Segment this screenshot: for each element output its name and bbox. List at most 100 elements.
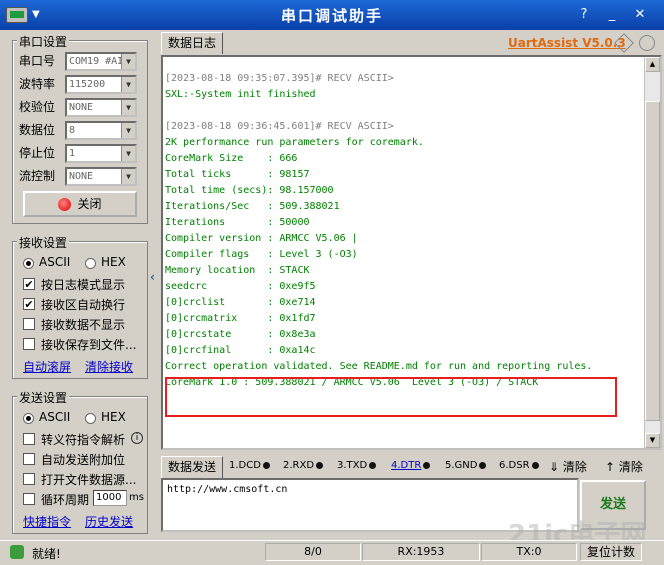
clear-send-button[interactable]: ⇓ 清除	[549, 458, 587, 475]
status-tx: TX:0	[481, 543, 577, 561]
log-mode-checkbox[interactable]: ✔	[23, 278, 35, 290]
tab-data-log[interactable]: 数据日志	[161, 32, 223, 54]
pin-dcd: 1.DCD	[229, 460, 270, 471]
escape-parse-label: 转义符指令解析	[41, 433, 126, 447]
scroll-up-icon[interactable]: ▲	[645, 57, 660, 72]
save-file-checkbox[interactable]	[23, 338, 35, 350]
scroll-thumb[interactable]	[645, 101, 660, 421]
log-line: Memory location : STACK	[165, 265, 310, 276]
log-line: 2K performance run parameters for corema…	[165, 137, 424, 148]
send-ascii-radio[interactable]	[23, 413, 34, 424]
globe-icon[interactable]	[639, 35, 655, 51]
pin-txd: 3.TXD	[337, 460, 377, 471]
log-line: [0]crcmatrix : 0x1fd7	[165, 313, 316, 324]
vertical-scrollbar[interactable]: ▲ ▼	[644, 57, 660, 448]
baud-select[interactable]: 115200 ▼	[65, 75, 137, 94]
minimize-button[interactable]: _	[602, 6, 622, 24]
escape-parse-checkbox[interactable]	[23, 433, 35, 445]
log-line: Compiler flags : Level 3 (-O3)	[165, 249, 358, 260]
send-tabstrip: 数据发送 1.DCD 2.RXD 3.TXD 4.DTR 5.GND 6.DSR…	[161, 456, 661, 478]
tab-data-send[interactable]: 数据发送	[161, 456, 223, 478]
status-ready: 就绪!	[32, 547, 61, 561]
recv-ascii-label: ASCII	[39, 255, 71, 269]
history-link[interactable]: 历史发送	[85, 513, 133, 530]
send-settings-title: 发送设置	[17, 389, 70, 406]
log-line: Total time (secs): 98.157000	[165, 185, 334, 196]
window-title: 串口调试助手	[280, 7, 383, 25]
receive-settings-title: 接收设置	[17, 234, 70, 251]
log-line: Total ticks : 98157	[165, 169, 310, 180]
auto-wrap-label: 接收区自动换行	[41, 298, 126, 312]
databits-select[interactable]: 8 ▼	[65, 121, 137, 140]
log-line: SXL:-System init finished	[165, 89, 316, 100]
log-line: CoreMark Size : 666	[165, 153, 298, 164]
recv-hex-radio[interactable]	[85, 258, 96, 269]
send-hex-radio[interactable]	[85, 413, 96, 424]
auto-scroll-link[interactable]: 自动滚屏	[23, 358, 71, 375]
clear-arrow-icon: ↑	[605, 460, 616, 474]
port-select[interactable]: COM19 #AI ▼	[65, 52, 137, 71]
help-button[interactable]: ?	[574, 6, 594, 24]
chevron-down-icon[interactable]: ▼	[121, 54, 135, 69]
cycle-unit-label: ms	[129, 492, 144, 503]
port-label: 串口号	[19, 54, 56, 68]
status-bar: 就绪! 8/0 RX:1953 TX:0 复位计数	[0, 540, 664, 565]
recv-ascii-radio[interactable]	[23, 258, 34, 269]
cycle-period-input[interactable]: 1000	[93, 490, 127, 506]
chevron-down-icon[interactable]: ▼	[121, 146, 135, 161]
file-source-label: 打开文件数据源...	[41, 473, 137, 487]
log-line: Correct operation validated. See README.…	[165, 361, 593, 372]
pin-dsr: 6.DSR	[499, 460, 539, 471]
info-icon[interactable]: i	[131, 432, 143, 444]
chevron-down-icon[interactable]: ▼	[121, 77, 135, 92]
databits-label: 数据位	[19, 123, 56, 137]
cycle-checkbox[interactable]	[23, 493, 35, 505]
chevron-down-icon[interactable]: ▼	[121, 123, 135, 138]
pin-gnd: 5.GND	[445, 460, 487, 471]
chevron-down-icon[interactable]: ▼	[121, 100, 135, 115]
close-port-button[interactable]: 关闭	[23, 191, 137, 217]
status-count: 8/0	[265, 543, 361, 561]
brand-link[interactable]: UartAssist V5.0.3	[508, 36, 626, 50]
chevron-down-icon[interactable]: ▼	[121, 169, 135, 184]
auto-wrap-checkbox[interactable]: ✔	[23, 298, 35, 310]
flowcontrol-select[interactable]: NONE ▼	[65, 167, 137, 186]
clear-arrow-icon: ⇓	[549, 460, 560, 474]
clear-receive-link[interactable]: 清除接收	[85, 358, 133, 375]
log-line: [2023-08-18 09:35:07.395]# RECV ASCII>	[165, 73, 394, 84]
reset-count-button[interactable]: 复位计数	[580, 543, 642, 561]
parity-select[interactable]: NONE ▼	[65, 98, 137, 117]
pin-dtr[interactable]: 4.DTR	[391, 460, 431, 471]
shortcut-link[interactable]: 快捷指令	[23, 513, 71, 530]
status-bulb-icon	[10, 545, 24, 559]
log-line: Iterations/Sec : 509.388021	[165, 201, 340, 212]
save-file-label: 接收保存到文件...	[41, 338, 137, 352]
receive-settings-group: 接收设置 ASCII HEX ✔ 按日志模式显示 ✔ 接收区自动换行 接收数据不…	[12, 234, 148, 379]
log-mode-label: 按日志模式显示	[41, 278, 126, 292]
log-line: Iterations : 50000	[165, 217, 310, 228]
append-bits-label: 自动发送附加位	[41, 453, 126, 467]
append-bits-checkbox[interactable]	[23, 453, 35, 465]
file-source-checkbox[interactable]	[23, 473, 35, 485]
log-tabstrip: 数据日志 UartAssist V5.0.3	[161, 32, 661, 54]
collapse-panel-chevron-icon[interactable]: ‹	[150, 270, 159, 300]
cycle-label: 循环周期	[41, 493, 90, 507]
close-window-button[interactable]: ✕	[630, 6, 650, 24]
red-led-icon	[58, 198, 72, 211]
title-bar: ▼ 串口调试助手 ? _ ✕	[0, 0, 664, 30]
highlight-box	[165, 377, 617, 417]
log-line: [0]crcstate : 0x8e3a	[165, 329, 316, 340]
parity-label: 校验位	[19, 100, 56, 114]
serial-settings-group: 串口设置 串口号 COM19 #AI ▼ 波特率 115200 ▼ 校验位 NONE…	[12, 33, 148, 224]
receive-area[interactable]: [2023-08-18 09:35:07.395]# RECV ASCII> S…	[161, 55, 662, 450]
hide-data-checkbox[interactable]	[23, 318, 35, 330]
recv-hex-label: HEX	[101, 255, 126, 269]
stopbits-select[interactable]: 1 ▼	[65, 144, 137, 163]
baud-label: 波特率	[19, 77, 56, 91]
log-line: [0]crclist : 0xe714	[165, 297, 316, 308]
clear-all-button[interactable]: ↑ 清除	[605, 458, 643, 475]
stopbits-label: 停止位	[19, 146, 56, 160]
scroll-down-icon[interactable]: ▼	[645, 433, 660, 448]
send-settings-group: 发送设置 ASCII HEX 转义符指令解析 i 自动发送附加位 打开文件数据源…	[12, 389, 148, 534]
